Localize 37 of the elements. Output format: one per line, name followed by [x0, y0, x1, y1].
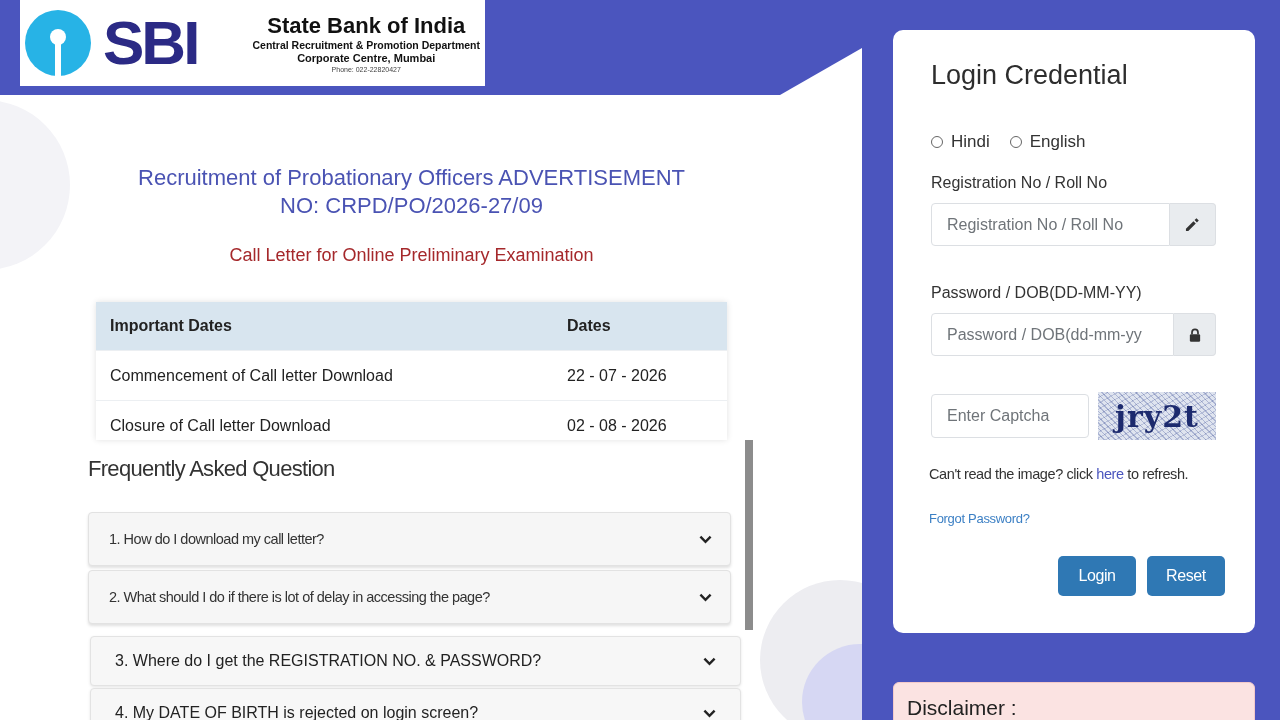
faq-item[interactable]: 2. What should I do if there is lot of delay in accessing the page?: [88, 570, 731, 624]
captcha-input[interactable]: Enter Captcha: [931, 394, 1089, 438]
pencil-icon: [1185, 217, 1200, 232]
bank-name: State Bank of India: [267, 12, 466, 39]
notice-subtitle: Call Letter for Online Preliminary Examination: [228, 244, 595, 267]
office-name: Corporate Centre, Mumbai: [297, 51, 436, 65]
login-title: Login Credential: [931, 59, 1129, 91]
keyhole-logo-icon: [25, 10, 91, 76]
column-header: Important Dates: [109, 317, 233, 335]
faq-item[interactable]: 1. How do I download my call letter?: [88, 512, 731, 566]
disclaimer-title: Disclaimer :: [907, 696, 1017, 719]
forgot-password-link[interactable]: Forgot Password?: [929, 510, 1030, 528]
radio-button[interactable]: [1009, 136, 1022, 148]
scrollbar-thumb[interactable]: [745, 440, 753, 630]
faq-item[interactable]: 3. Where do I get the REGISTRATION NO. & PASSWORD?: [90, 636, 741, 686]
login-button[interactable]: Login: [1058, 556, 1136, 596]
table-cell-text: 02 - 08 - 2026: [566, 416, 668, 435]
notice-title: Recruitment of Probationary Officers ADVERTISEMENT NO: CRPD/PO/2026-27/09: [137, 164, 686, 220]
radio-label[interactable]: Hindi: [951, 132, 990, 152]
field-label: Password / DOB(DD-MM-YY): [931, 283, 1142, 303]
radio-button[interactable]: [931, 136, 943, 148]
password-input[interactable]: Password / DOB(dd-mm-yy: [931, 313, 1174, 356]
column-header: Dates: [566, 317, 612, 335]
lock-icon: [1188, 327, 1201, 342]
refresh-link[interactable]: here: [1096, 466, 1124, 482]
table-cell-text: Closure of Call letter Download: [109, 416, 332, 435]
logo-text: SBI: [103, 12, 198, 74]
faq-heading: Frequently Asked Question: [88, 455, 336, 483]
table-cell-text: Commencement of Call letter Download: [109, 366, 394, 385]
captcha-image: jry2t: [1098, 392, 1216, 440]
refresh-hint: Can't read the image? click here to refresh.: [929, 465, 1190, 484]
registration-input[interactable]: Registration No / Roll No: [931, 203, 1170, 246]
department-name: Central Recruitment & Promotion Department: [252, 38, 480, 52]
reset-button[interactable]: Reset: [1147, 556, 1225, 596]
field-label: Registration No / Roll No: [931, 173, 1108, 193]
radio-label[interactable]: English: [1029, 132, 1086, 152]
table-cell-text: 22 - 07 - 2026: [566, 366, 668, 385]
